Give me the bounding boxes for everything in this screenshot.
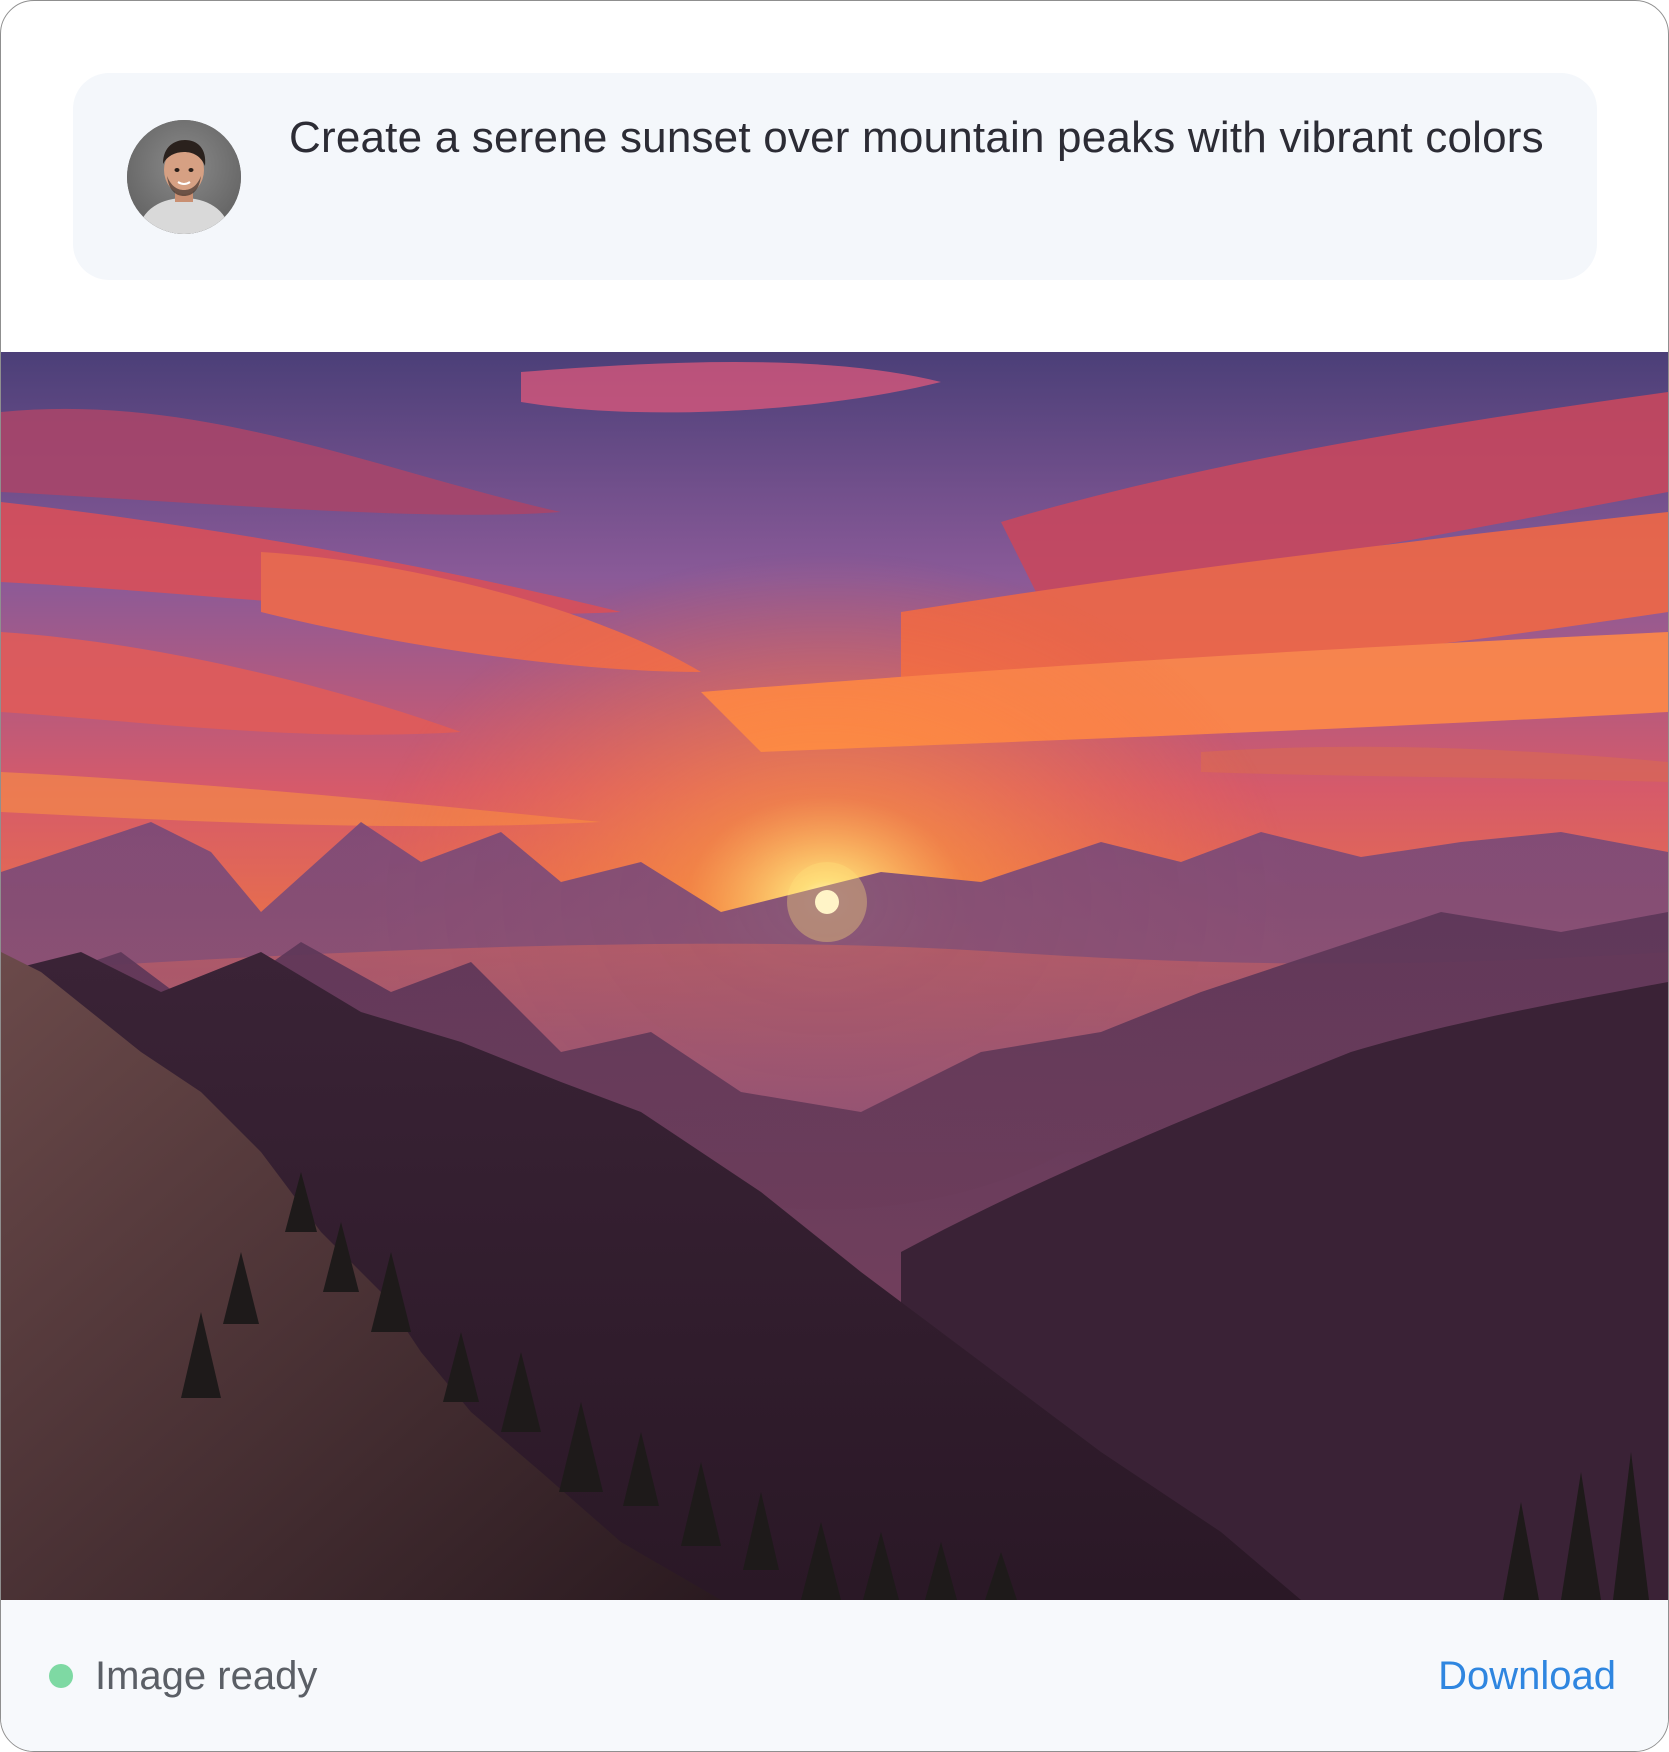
avatar-photo-icon xyxy=(127,120,241,234)
status-indicator-icon xyxy=(49,1664,73,1688)
status-label: Image ready xyxy=(95,1654,318,1698)
download-button[interactable]: Download xyxy=(1438,1648,1616,1704)
card-footer: Image ready Download xyxy=(1,1600,1668,1751)
prompt-text: Create a serene sunset over mountain pea… xyxy=(289,113,1544,162)
prompt-message: Create a serene sunset over mountain pea… xyxy=(73,73,1597,280)
generated-image[interactable] xyxy=(1,352,1668,1600)
sunset-mountain-image xyxy=(1,352,1668,1600)
user-avatar xyxy=(127,120,241,234)
generation-card: Create a serene sunset over mountain pea… xyxy=(0,0,1669,1752)
